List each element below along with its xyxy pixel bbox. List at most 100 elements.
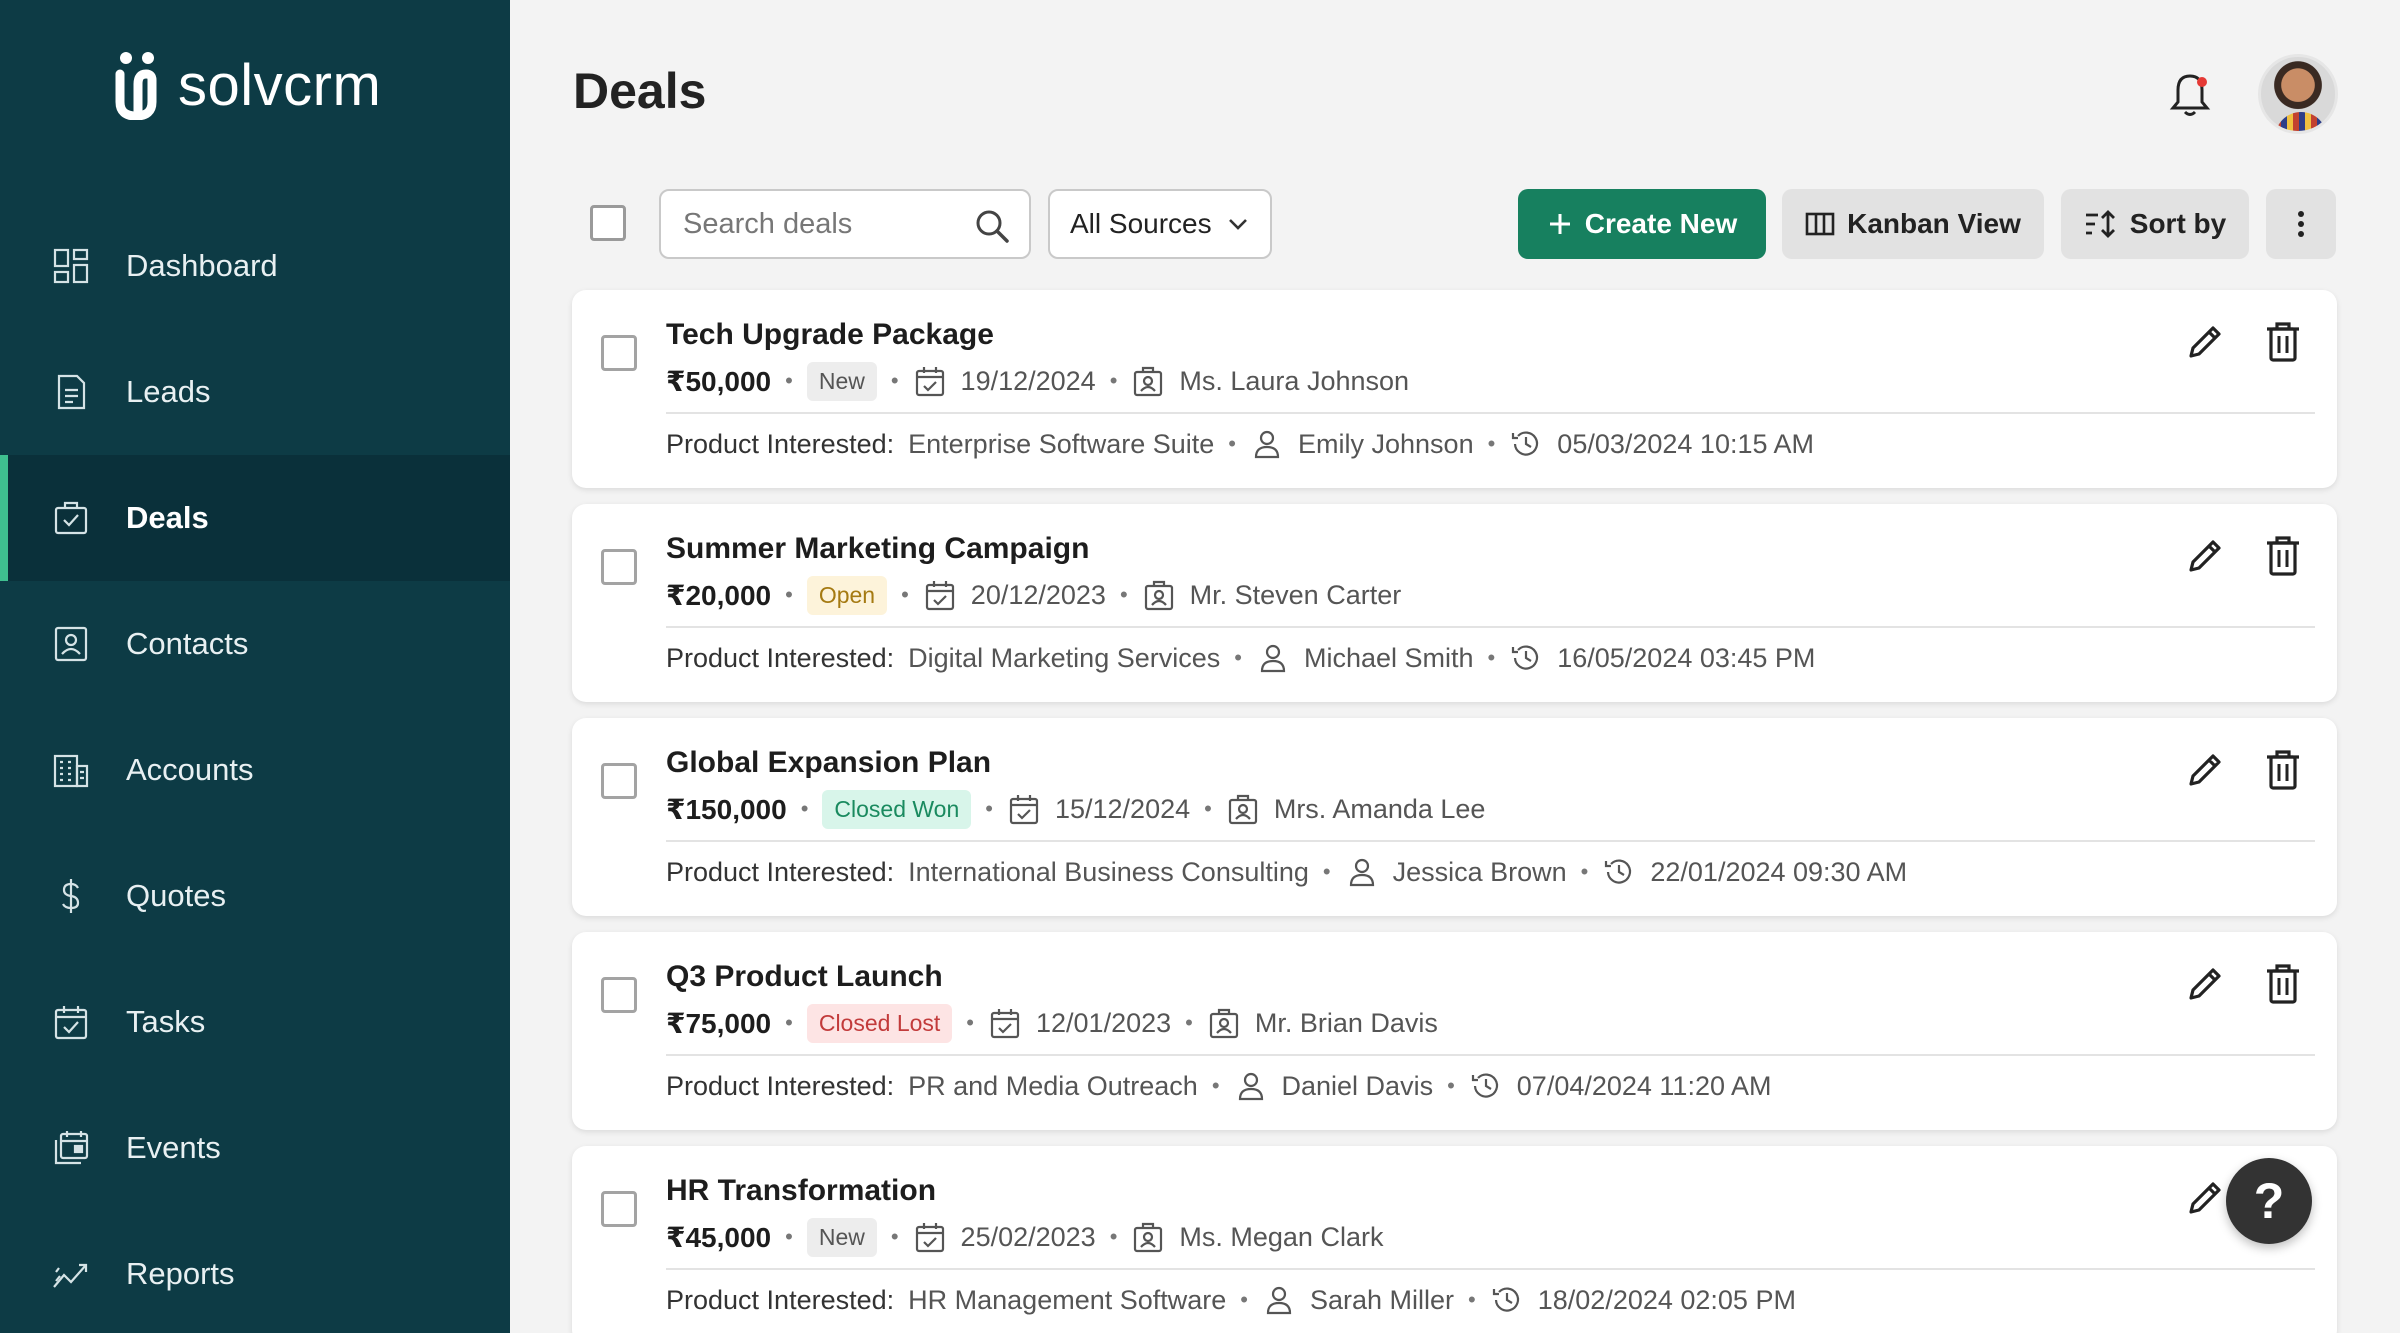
calendar-check-icon: [1007, 792, 1041, 826]
deal-checkbox[interactable]: [601, 977, 637, 1013]
sidebar: solvcrm Dashboard Leads Deals Contacts A…: [0, 0, 510, 1333]
notification-bell-icon[interactable]: [2168, 70, 2212, 118]
deal-card[interactable]: Global Expansion Plan ₹150,000 • Closed …: [572, 718, 2337, 916]
card-divider: [666, 840, 2315, 842]
sidebar-item-contacts[interactable]: Contacts: [0, 581, 510, 707]
more-options-button[interactable]: [2266, 189, 2336, 259]
edit-pencil-icon[interactable]: [2183, 534, 2227, 578]
sidebar-item-label: Quotes: [126, 878, 226, 913]
help-button[interactable]: ?: [2226, 1158, 2312, 1244]
deal-summary-row: ₹45,000 • New • 25/02/2023 • Ms. Megan C…: [666, 1216, 1383, 1258]
deal-title[interactable]: Summer Marketing Campaign: [666, 532, 1089, 566]
sidebar-item-events[interactable]: Events: [0, 1085, 510, 1211]
separator-dot: •: [1211, 1073, 1220, 1098]
sort-by-label: Sort by: [2129, 208, 2227, 239]
deal-updated-at: 05/03/2024 10:15 AM: [1557, 428, 1815, 459]
edit-pencil-icon[interactable]: [2183, 962, 2227, 1006]
deal-checkbox[interactable]: [601, 763, 637, 799]
card-divider: [666, 1054, 2315, 1056]
dollar-icon: [50, 875, 92, 917]
trash-icon[interactable]: [2263, 534, 2303, 578]
user-icon: [1262, 1283, 1296, 1317]
contact-badge-icon: [1226, 792, 1260, 826]
search-box: [659, 189, 1031, 259]
sources-dropdown[interactable]: All Sources: [1048, 189, 1272, 259]
trash-icon[interactable]: [2263, 962, 2303, 1006]
deal-title[interactable]: HR Transformation: [666, 1174, 936, 1208]
edit-pencil-icon[interactable]: [2183, 748, 2227, 792]
deal-close-date: 20/12/2023: [970, 579, 1106, 610]
dashboard-icon: [50, 245, 92, 287]
search-input[interactable]: [683, 207, 973, 241]
separator-dot: •: [890, 368, 899, 393]
separator-dot: •: [785, 368, 793, 393]
calendar-check-icon: [913, 364, 947, 398]
deal-title[interactable]: Global Expansion Plan: [666, 746, 991, 780]
separator-dot: •: [1487, 645, 1496, 670]
deals-list: Tech Upgrade Package ₹50,000 • New • 19/…: [572, 290, 2337, 1333]
edit-pencil-icon[interactable]: [2183, 320, 2227, 364]
sidebar-item-leads[interactable]: Leads: [0, 329, 510, 455]
kanban-view-button[interactable]: Kanban View: [1782, 189, 2044, 259]
status-badge: Closed Won: [822, 789, 972, 829]
deal-owner: Jessica Brown: [1392, 856, 1567, 887]
edit-pencil-icon[interactable]: [2183, 1176, 2227, 1220]
sidebar-item-tasks[interactable]: Tasks: [0, 959, 510, 1085]
product-interested-label: Product Interested:: [666, 1070, 895, 1101]
deal-amount: ₹20,000: [666, 579, 772, 611]
deal-close-date: 19/12/2024: [960, 365, 1096, 396]
select-all-checkbox[interactable]: [590, 205, 626, 241]
plus-icon: [1549, 214, 1570, 234]
deal-detail-row: Product Interested: International Busine…: [666, 850, 1907, 894]
deal-title[interactable]: Q3 Product Launch: [666, 960, 943, 994]
deal-amount: ₹45,000: [666, 1221, 772, 1253]
history-icon: [1509, 641, 1543, 675]
deal-summary-row: ₹20,000 • Open • 20/12/2023 • Mr. Steven…: [666, 574, 1401, 616]
calendar-check-icon: [923, 578, 957, 612]
deal-card[interactable]: Tech Upgrade Package ₹50,000 • New • 19/…: [572, 290, 2337, 488]
sidebar-item-accounts[interactable]: Accounts: [0, 707, 510, 833]
deal-summary-row: ₹50,000 • New • 19/12/2024 • Ms. Laura J…: [666, 360, 1409, 402]
calendar-check-icon: [50, 1001, 92, 1043]
search-icon[interactable]: [973, 207, 1011, 245]
user-icon: [1256, 641, 1290, 675]
history-icon: [1490, 1283, 1524, 1317]
brand-logo[interactable]: solvcrm: [112, 50, 381, 120]
product-interested-value: Digital Marketing Services: [908, 642, 1221, 673]
separator-dot: •: [890, 1224, 899, 1249]
brand-name: solvcrm: [178, 52, 382, 118]
separator-dot: •: [1185, 1010, 1193, 1035]
deal-detail-row: Product Interested: Enterprise Software …: [666, 422, 1814, 466]
sidebar-item-label: Events: [126, 1130, 221, 1165]
deal-card[interactable]: Q3 Product Launch ₹75,000 • Closed Lost …: [572, 932, 2337, 1130]
deal-title[interactable]: Tech Upgrade Package: [666, 318, 994, 352]
deal-checkbox[interactable]: [601, 549, 637, 585]
sidebar-item-label: Deals: [126, 500, 209, 535]
calendar-check-icon: [913, 1220, 947, 1254]
sort-by-button[interactable]: Sort by: [2061, 189, 2249, 259]
product-interested-label: Product Interested:: [666, 642, 895, 673]
trash-icon[interactable]: [2263, 320, 2303, 364]
deal-close-date: 15/12/2024: [1054, 793, 1191, 824]
deal-checkbox[interactable]: [601, 335, 637, 371]
trash-icon[interactable]: [2263, 748, 2303, 792]
deal-card[interactable]: Summer Marketing Campaign ₹20,000 • Open…: [572, 504, 2337, 702]
deal-detail-row: Product Interested: PR and Media Outreac…: [666, 1064, 1772, 1108]
separator-dot: •: [785, 582, 793, 607]
separator-dot: •: [1240, 1287, 1248, 1312]
contact-badge-icon: [1142, 578, 1176, 612]
deal-card[interactable]: HR Transformation ₹45,000 • New • 25/02/…: [572, 1146, 2337, 1333]
create-new-button[interactable]: Create New: [1518, 189, 1766, 259]
deal-contact: Mr. Brian Davis: [1254, 1007, 1438, 1038]
solvcrm-logo-icon: [115, 52, 157, 120]
sidebar-item-quotes[interactable]: Quotes: [0, 833, 510, 959]
user-avatar[interactable]: [2258, 54, 2338, 134]
separator-dot: •: [1109, 1224, 1118, 1249]
status-badge: Open: [806, 575, 888, 615]
sidebar-item-dashboard[interactable]: Dashboard: [0, 203, 510, 329]
deal-checkbox[interactable]: [601, 1191, 637, 1227]
sidebar-item-deals[interactable]: Deals: [0, 455, 510, 581]
sidebar-item-reports[interactable]: Reports: [0, 1211, 510, 1333]
deal-detail-row: Product Interested: HR Management Softwa…: [666, 1278, 1796, 1322]
chevron-down-icon: [1228, 219, 1247, 230]
